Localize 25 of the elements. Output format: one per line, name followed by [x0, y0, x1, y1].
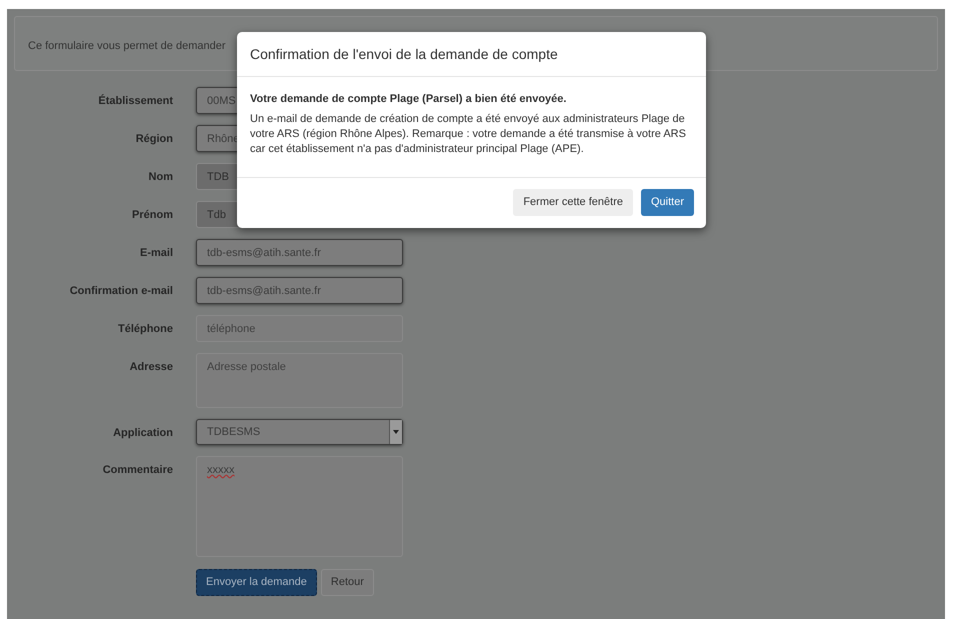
quit-button[interactable]: Quitter — [640, 189, 694, 216]
field-label: Région — [134, 132, 173, 147]
caret-down-icon — [393, 430, 399, 434]
field-label: Commentaire — [102, 463, 173, 478]
text-field[interactable]: tdb-esms@atih.sante.fr — [196, 239, 403, 266]
field-label: Confirmation e-mail — [68, 284, 173, 299]
field-label: Application — [112, 426, 173, 441]
dialog-title: Confirmation de l'envoi de la demande de compte — [250, 44, 558, 64]
intro-text: Ce formulaire vous permet de demander — [28, 40, 226, 52]
select-field[interactable]: TDBESMS — [196, 419, 403, 445]
field-label: E-mail — [138, 246, 173, 261]
field-label: Téléphone — [116, 322, 173, 337]
field-label: Adresse — [128, 360, 173, 375]
text-field[interactable]: tdb-esms@atih.sante.fr — [196, 277, 403, 304]
text-area[interactable]: xxxxx — [196, 456, 403, 557]
field-label: Établissement — [97, 93, 173, 109]
back-button[interactable]: Retour — [320, 569, 374, 596]
dialog-message: Un e-mail de demande de création de compte a été envoyé aux administrateurs Plage de votre ARS (région Rhône Alpes). Remarque : votre demande a été transmise à votre ARS car cet établissement n'a pas d'administrateur principal Plage (APE). — [250, 112, 687, 156]
field-label: Prénom — [131, 208, 173, 223]
close-button[interactable]: Fermer cette fenêtre — [513, 189, 633, 216]
dialog-heading: Votre demande de compte Plage (Parsel) a bien été envoyée. — [250, 92, 568, 107]
text-area[interactable]: Adresse postale — [196, 353, 403, 408]
submit-button[interactable]: Envoyer la demande — [196, 569, 317, 596]
text-field[interactable]: téléphone — [196, 315, 403, 342]
field-label: Nom — [148, 170, 173, 185]
